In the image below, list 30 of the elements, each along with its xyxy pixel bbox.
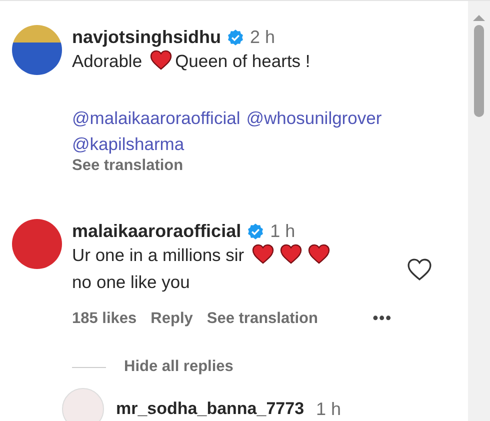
mention-link[interactable]: @kapilsharma bbox=[72, 131, 184, 157]
username[interactable]: malaikaaroraofficial bbox=[72, 221, 242, 242]
avatar-photo-placeholder[interactable] bbox=[12, 219, 62, 269]
scroll-up-arrow-icon[interactable] bbox=[473, 15, 485, 21]
mention-link[interactable]: @malaikaaroraofficial bbox=[72, 105, 240, 131]
reply-button[interactable]: Reply bbox=[150, 310, 193, 328]
comment-text: Ur one in a millions sir bbox=[72, 245, 244, 265]
scrollbar[interactable] bbox=[468, 1, 490, 421]
hide-replies-button[interactable]: Hide all replies bbox=[124, 358, 234, 376]
heart-icon bbox=[280, 244, 302, 264]
scrollbar-thumb[interactable] bbox=[474, 25, 484, 117]
comment-text: Queen of hearts ! bbox=[175, 51, 310, 71]
see-translation-link[interactable]: See translation bbox=[72, 157, 184, 175]
likes-count: 185 likes bbox=[72, 310, 137, 328]
timestamp: 2 h bbox=[250, 27, 276, 48]
username[interactable]: mr_sodha_banna_7773 bbox=[116, 399, 304, 419]
comment-text: one like you bbox=[96, 272, 190, 292]
comment-text: no bbox=[72, 272, 92, 292]
username[interactable]: navjotsinghsidhu bbox=[72, 27, 222, 48]
heart-icon bbox=[150, 50, 172, 70]
comment-text: Adorable bbox=[72, 51, 142, 71]
mention-link[interactable]: @whosunilgrover bbox=[246, 105, 382, 131]
like-heart-icon[interactable] bbox=[407, 258, 432, 280]
timestamp: 1 h bbox=[316, 398, 342, 420]
see-translation-link[interactable]: See translation bbox=[206, 310, 318, 328]
heart-icon bbox=[308, 244, 330, 264]
avatar-photo-placeholder[interactable] bbox=[12, 25, 62, 75]
timestamp: 1 h bbox=[270, 221, 296, 242]
more-options-button[interactable]: ••• bbox=[372, 310, 392, 328]
heart-icon bbox=[252, 244, 274, 264]
